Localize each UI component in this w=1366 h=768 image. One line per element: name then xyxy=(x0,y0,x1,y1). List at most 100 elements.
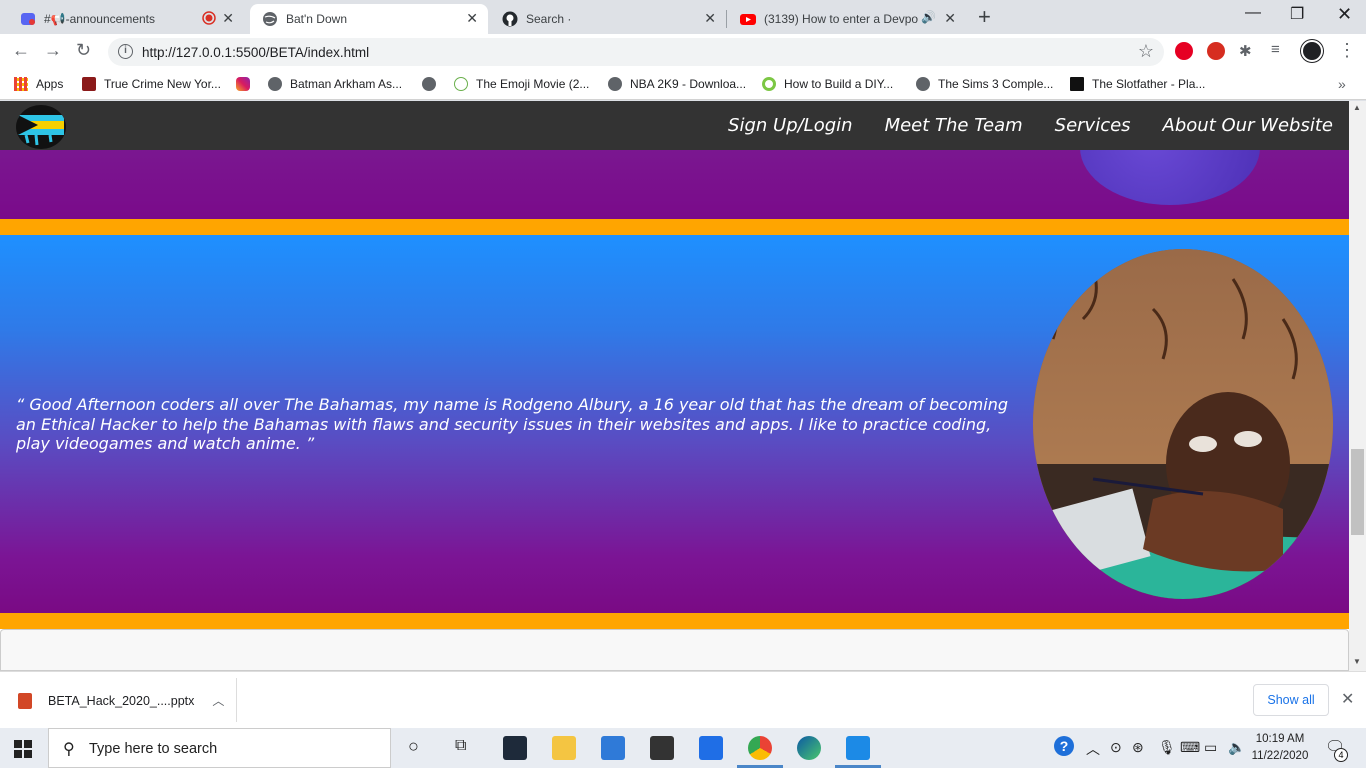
download-item[interactable]: BETA_Hack_2020_....pptx ︿ xyxy=(18,692,224,709)
bookmark-item[interactable]: Batman Arkham As... xyxy=(268,77,402,91)
nav-sign-up-login[interactable]: Sign Up/Login xyxy=(728,115,853,136)
file-explorer-icon[interactable] xyxy=(552,736,576,760)
forward-button[interactable]: → xyxy=(44,40,62,61)
tab-youtube[interactable]: (3139) How to enter a Devpo 🔊 ✕ xyxy=(728,4,966,34)
windows-taskbar: ⚲ Type here to search ○ ⧉ ? ︿ ⊙ ⊛ 🎙 ⌨ ▭ … xyxy=(0,728,1366,768)
keyboard-icon[interactable]: ⌨ xyxy=(1180,739,1200,756)
bookmark-item[interactable]: The Slotfather - Pla... xyxy=(1070,77,1205,91)
bookmark-label: The Slotfather - Pla... xyxy=(1092,77,1206,91)
nav-meet-the-team[interactable]: Meet The Team xyxy=(885,115,1023,136)
notification-count-badge: 4 xyxy=(1334,748,1348,762)
show-all-button[interactable]: Show all xyxy=(1253,684,1329,716)
site-logo[interactable] xyxy=(16,105,66,149)
close-window-button[interactable]: ✕ xyxy=(1337,4,1352,25)
new-tab-button[interactable]: + xyxy=(978,6,991,28)
tab-discord[interactable]: #📢-announcements ✕ xyxy=(8,4,244,34)
menu-kebab-icon[interactable]: ⋮ xyxy=(1338,40,1356,61)
back-button[interactable]: ← xyxy=(12,40,30,61)
sublime-text-icon[interactable] xyxy=(503,736,527,760)
edge-icon[interactable] xyxy=(797,736,821,760)
globe-icon xyxy=(916,77,930,91)
bookmarks-overflow-icon[interactable]: » xyxy=(1338,76,1346,92)
close-tab-icon[interactable]: ✕ xyxy=(222,10,234,27)
apps-grid-icon xyxy=(14,77,28,91)
bookmark-label: True Crime New Yor... xyxy=(104,77,221,91)
chevron-up-icon[interactable]: ︿ xyxy=(212,692,224,709)
vso-icon xyxy=(1070,77,1084,91)
media-control-icon[interactable]: ≡ xyxy=(1271,41,1280,58)
bookmark-label: NBA 2K9 - Downloa... xyxy=(630,77,747,91)
tab-title: Bat'n Down xyxy=(286,12,347,26)
bookmark-apps[interactable]: Apps xyxy=(14,77,63,91)
tab-title: #📢-announcements xyxy=(44,12,156,26)
bookmark-item[interactable]: The Sims 3 Comple... xyxy=(916,77,1053,91)
purple-section xyxy=(0,101,1349,219)
close-tab-icon[interactable]: ✕ xyxy=(466,10,478,27)
system-clock[interactable]: 10:19 AM 11/22/2020 xyxy=(1248,731,1312,765)
tab-separator xyxy=(726,10,727,28)
bookmark-item[interactable]: True Crime New Yor... xyxy=(82,77,221,91)
help-icon[interactable]: ? xyxy=(1054,736,1074,756)
page-scrollbar[interactable]: ▲ ▼ xyxy=(1349,101,1366,671)
globe-icon xyxy=(422,77,436,91)
nav-about-our-website[interactable]: About Our Website xyxy=(1163,115,1333,136)
pinterest-icon[interactable] xyxy=(1175,42,1193,60)
mega-icon[interactable] xyxy=(1207,42,1225,60)
bookmark-label: The Emoji Movie (2... xyxy=(476,77,590,91)
chrome-icon[interactable] xyxy=(748,736,772,760)
dropbox-icon[interactable] xyxy=(699,736,723,760)
scroll-up-icon[interactable]: ▲ xyxy=(1353,103,1361,112)
network-icon[interactable]: ⊛ xyxy=(1132,739,1144,756)
tab-github-search[interactable]: Search · ✕ xyxy=(490,4,726,34)
windows-start-icon[interactable] xyxy=(14,740,32,763)
task-view-icon[interactable]: ⧉ xyxy=(455,737,466,755)
tab-title: Search · xyxy=(526,12,572,26)
display-icon[interactable]: ▭ xyxy=(1204,739,1217,756)
search-placeholder: Type here to search xyxy=(89,741,218,757)
close-tab-icon[interactable]: ✕ xyxy=(704,10,716,27)
extensions-icon[interactable]: ✱ xyxy=(1239,42,1252,60)
address-bar[interactable]: i http://127.0.0.1:5500/BETA/index.html … xyxy=(108,38,1164,66)
microphone-icon[interactable]: 🎙 xyxy=(1158,739,1176,756)
info-icon[interactable]: i xyxy=(118,44,133,59)
bookmark-item[interactable] xyxy=(236,77,258,91)
bookmark-label: Apps xyxy=(36,77,64,91)
discord-icon xyxy=(20,11,36,27)
tab-title: (3139) How to enter a Devpo xyxy=(764,12,919,26)
scrollbar-thumb[interactable] xyxy=(1351,449,1364,535)
meet-now-icon[interactable]: ⊙ xyxy=(1110,739,1122,756)
globe-icon xyxy=(608,77,622,91)
speaker-icon[interactable]: 🔊 xyxy=(921,10,936,24)
reload-button[interactable]: ↻ xyxy=(76,40,91,61)
url-text[interactable]: http://127.0.0.1:5500/BETA/index.html xyxy=(142,45,369,60)
instagram-icon xyxy=(236,77,250,91)
search-icon: ⚲ xyxy=(63,741,75,758)
cortana-icon[interactable]: ○ xyxy=(408,736,419,757)
mail-icon[interactable] xyxy=(601,736,625,760)
vscode-icon[interactable] xyxy=(846,736,870,760)
close-shelf-icon[interactable]: ✕ xyxy=(1341,689,1354,709)
bookmark-star-icon[interactable]: ☆ xyxy=(1138,41,1154,62)
minimize-button[interactable]: — xyxy=(1245,4,1261,22)
taskbar-search[interactable]: ⚲ Type here to search xyxy=(48,728,391,768)
tab-batn-down[interactable]: Bat'n Down ✕ xyxy=(250,4,488,34)
scroll-down-icon[interactable]: ▼ xyxy=(1353,657,1361,666)
bookmark-item[interactable]: NBA 2K9 - Downloa... xyxy=(608,77,746,91)
volume-icon[interactable]: 🔈 xyxy=(1228,739,1245,756)
bookmark-item[interactable]: The Emoji Movie (2... xyxy=(454,77,589,91)
bookmark-item[interactable]: How to Build a DIY... xyxy=(762,77,893,91)
store-icon[interactable] xyxy=(650,736,674,760)
recording-icon xyxy=(202,11,216,28)
bookmark-item[interactable] xyxy=(422,77,444,91)
nav-services[interactable]: Services xyxy=(1055,115,1131,136)
game-icon xyxy=(82,77,96,91)
clock-date: 11/22/2020 xyxy=(1251,750,1309,762)
profile-avatar[interactable] xyxy=(1301,40,1323,62)
powerpoint-file-icon xyxy=(18,692,32,709)
next-section xyxy=(0,629,1349,671)
chevron-up-icon[interactable]: ︿ xyxy=(1086,739,1100,759)
close-tab-icon[interactable]: ✕ xyxy=(944,10,956,27)
yts-icon xyxy=(454,77,468,91)
restore-button[interactable]: ❐ xyxy=(1290,4,1304,24)
page-viewport: Sign Up/Login Meet The Team Services Abo… xyxy=(0,101,1349,671)
